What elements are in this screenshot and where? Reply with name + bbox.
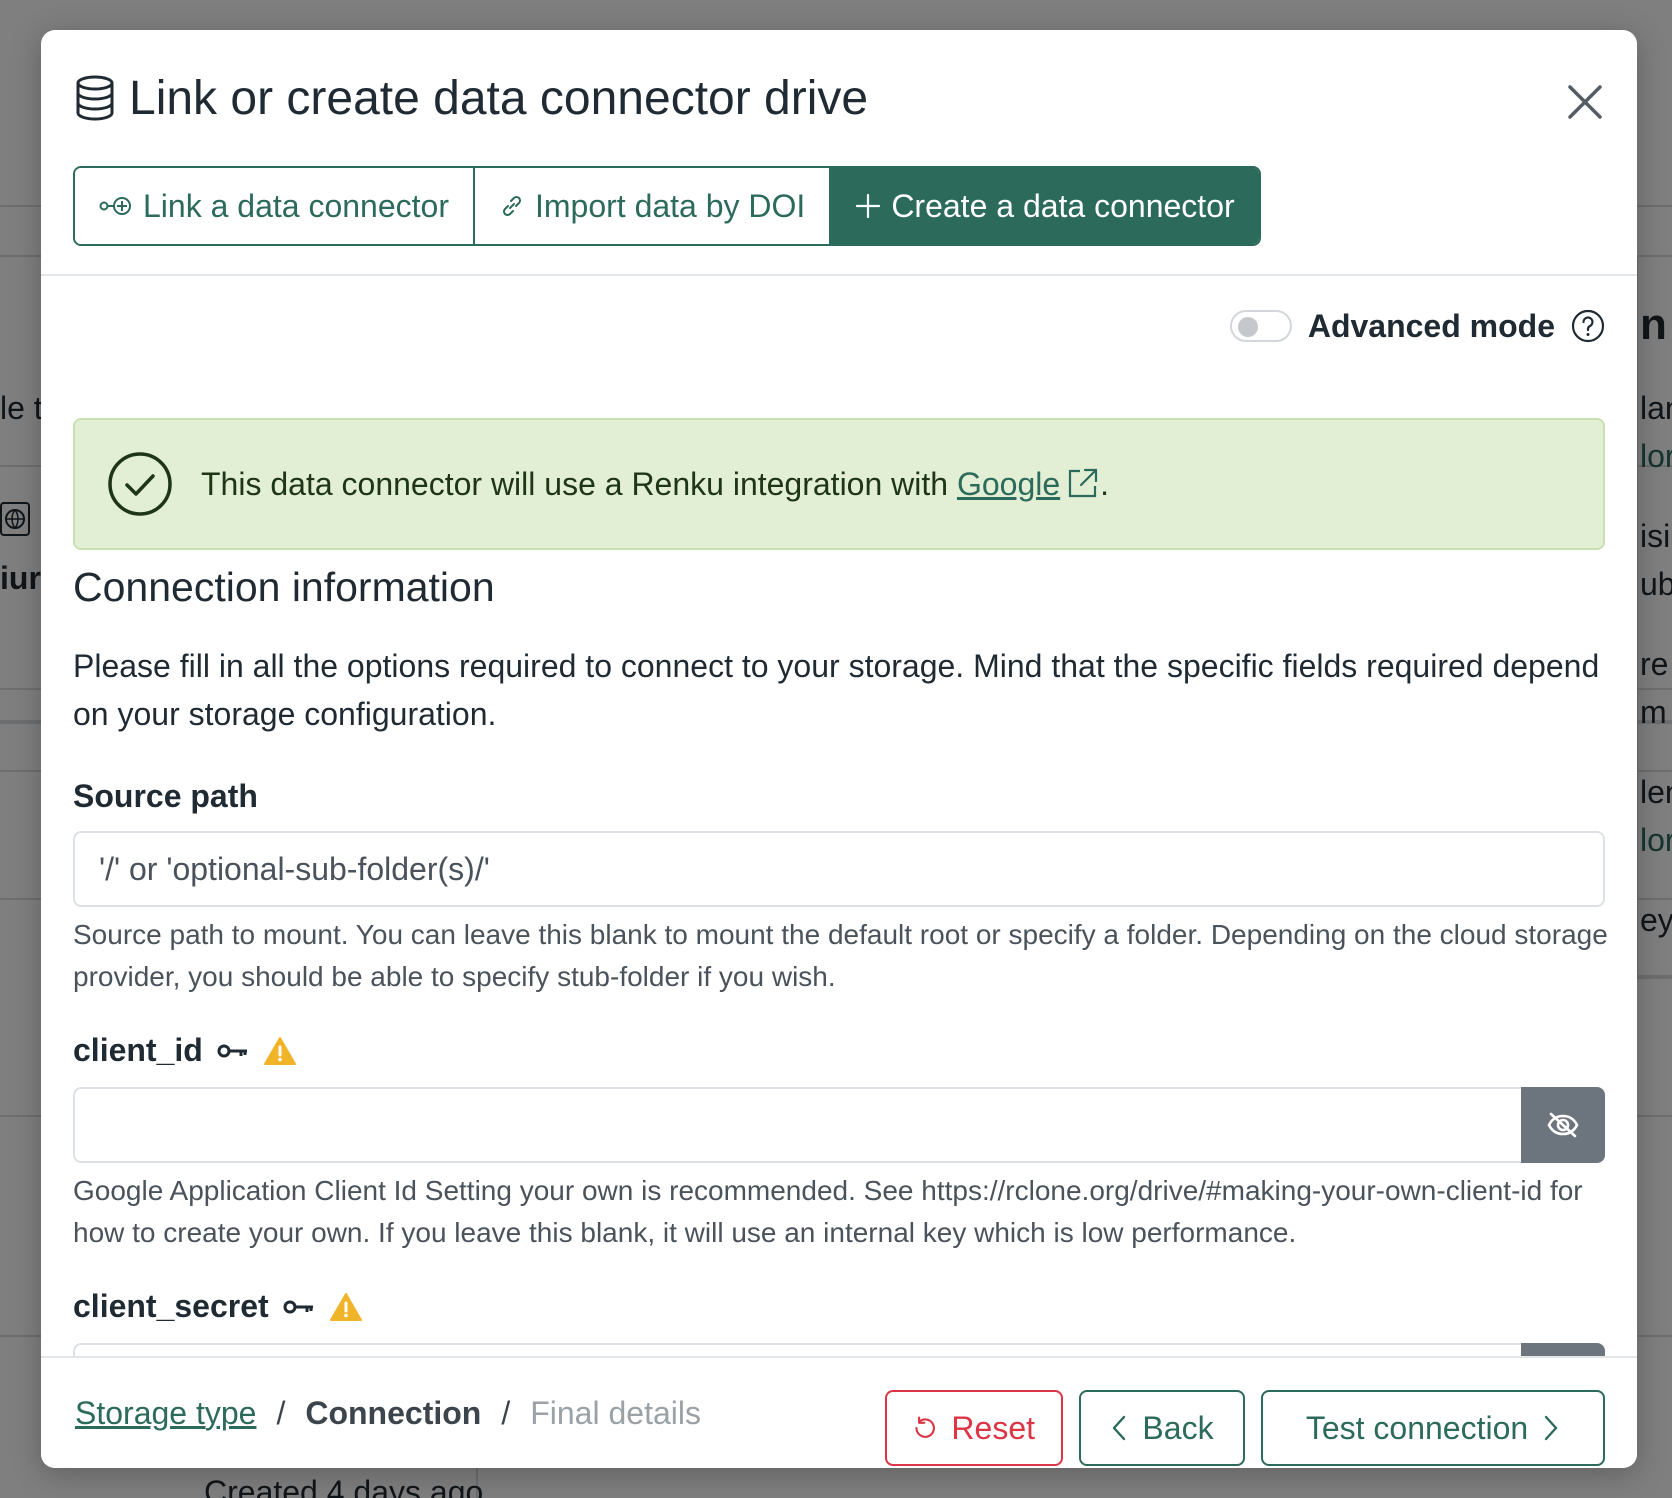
back-label: Back (1142, 1409, 1214, 1446)
client-id-label: client_id (73, 1032, 297, 1069)
link-create-data-connector-modal: Link or create data connector drive Link… (41, 30, 1637, 1468)
tab-create-data-connector[interactable]: Create a data connector (831, 168, 1259, 244)
modal-title: Link or create data connector drive (75, 68, 868, 128)
connection-information-title: Connection information (73, 564, 495, 610)
client-id-input-group (73, 1087, 1605, 1163)
help-icon[interactable] (1571, 309, 1605, 343)
warning-icon (329, 1292, 362, 1321)
alert-suffix: . (1100, 465, 1110, 502)
breadcrumb-separator: / (501, 1394, 511, 1431)
test-connection-button[interactable]: Test connection (1261, 1390, 1605, 1466)
connection-information-description: Please fill in all the options required … (73, 648, 1600, 732)
close-button[interactable] (1557, 74, 1613, 130)
tab-import-doi[interactable]: Import data by DOI (474, 168, 832, 244)
advanced-mode-row: Advanced mode (1229, 302, 1605, 350)
reset-label: Reset (951, 1409, 1035, 1446)
chevron-left-icon (1113, 1415, 1126, 1441)
back-button[interactable]: Back (1079, 1390, 1245, 1466)
key-icon (283, 1300, 313, 1313)
close-icon (1568, 85, 1602, 119)
integration-alert: This data connector will use a Renku int… (73, 418, 1605, 550)
link-plus-icon (99, 197, 131, 215)
check-circle-icon (108, 452, 172, 516)
breadcrumb-connection: Connection (305, 1394, 482, 1431)
key-icon (217, 1044, 247, 1057)
tab-label: Import data by DOI (534, 187, 806, 224)
reset-button[interactable]: Reset (885, 1390, 1063, 1466)
client-secret-label-text: client_secret (73, 1288, 269, 1324)
mode-tabs: Link a data connector Import data by DOI… (73, 166, 1261, 246)
link-icon (502, 195, 522, 217)
client-id-label-text: client_id (73, 1032, 203, 1068)
warning-icon (263, 1036, 296, 1065)
database-icon (76, 75, 114, 121)
source-path-help: Source path to mount. You can leave this… (73, 919, 1608, 992)
reset-icon (915, 1416, 935, 1438)
modal-title-text: Link or create data connector drive (129, 71, 869, 125)
tab-link-data-connector[interactable]: Link a data connector (75, 168, 475, 244)
modal-header: Link or create data connector drive Link… (41, 30, 1637, 276)
source-path-label-text: Source path (73, 778, 258, 814)
advanced-mode-label: Advanced mode (1307, 307, 1555, 344)
client-secret-input[interactable] (73, 1343, 1521, 1356)
breadcrumb-separator: / (276, 1394, 286, 1431)
client-id-input[interactable] (73, 1087, 1521, 1163)
client-id-help: Google Application Client Id Setting you… (73, 1175, 1583, 1248)
alert-message: This data connector will use a Renku int… (201, 466, 1109, 503)
toggle-visibility-button[interactable] (1521, 1343, 1605, 1356)
source-path-input[interactable] (73, 831, 1605, 907)
google-link[interactable]: Google (957, 466, 1100, 502)
footer-buttons: Reset Back Test connection (885, 1390, 1605, 1466)
alert-text: This data connector will use a Renku int… (201, 465, 949, 502)
source-path-label: Source path (73, 778, 258, 815)
breadcrumb-storage-type[interactable]: Storage type (75, 1395, 256, 1432)
toggle-knob (1237, 317, 1258, 337)
chevron-right-icon (1544, 1415, 1558, 1441)
tab-label: Create a data connector (891, 187, 1235, 224)
client-secret-input-group (73, 1343, 1605, 1356)
modal-footer: Storage type / Connection / Final detail… (41, 1356, 1637, 1468)
modal-body: Advanced mode This data connector will u… (41, 276, 1637, 1356)
wizard-breadcrumb: Storage type / Connection / Final detail… (75, 1388, 701, 1438)
plus-icon (856, 193, 881, 219)
toggle-visibility-button[interactable] (1521, 1087, 1605, 1163)
breadcrumb-final-details: Final details (530, 1394, 701, 1431)
client-secret-label: client_secret (73, 1288, 363, 1325)
advanced-mode-toggle[interactable] (1229, 310, 1292, 342)
external-link-icon (1069, 468, 1098, 497)
tab-label: Link a data connector (143, 187, 449, 224)
eye-slash-icon (1547, 1112, 1579, 1138)
google-link-text: Google (956, 465, 1061, 502)
test-connection-label: Test connection (1305, 1409, 1529, 1446)
